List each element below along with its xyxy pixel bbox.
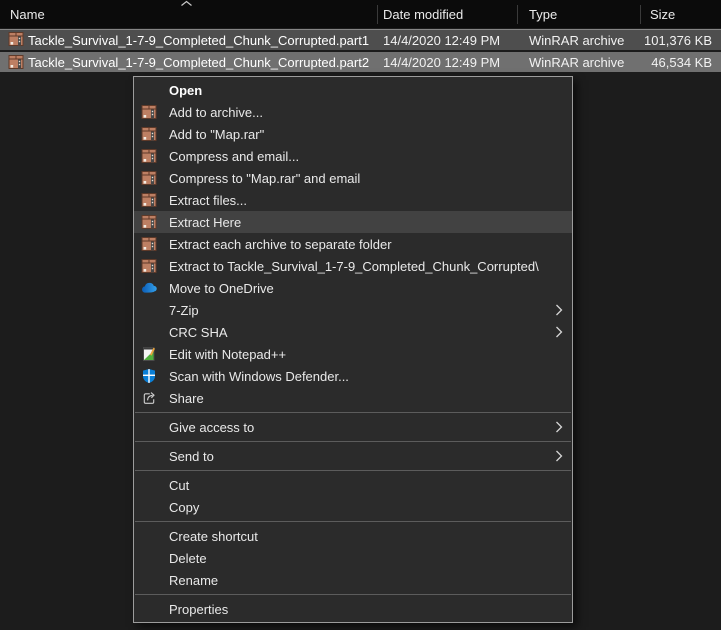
menu-item-label: CRC SHA bbox=[169, 325, 228, 340]
winrar-archive-icon bbox=[141, 192, 157, 208]
icon-spacer bbox=[141, 324, 157, 340]
menu-item-label: Copy bbox=[169, 500, 199, 515]
menu-item-edit-with-notepadpp[interactable]: Edit with Notepad++ bbox=[134, 343, 572, 365]
menu-item-extract-to-folder[interactable]: Extract to Tackle_Survival_1-7-9_Complet… bbox=[134, 255, 572, 277]
menu-item-label: 7-Zip bbox=[169, 303, 199, 318]
onedrive-icon bbox=[141, 280, 157, 296]
icon-spacer bbox=[141, 477, 157, 493]
menu-item-crc-sha[interactable]: CRC SHA bbox=[134, 321, 572, 343]
winrar-archive-icon bbox=[141, 214, 157, 230]
menu-separator bbox=[135, 412, 571, 413]
winrar-archive-icon bbox=[141, 148, 157, 164]
menu-item-label: Extract each archive to separate folder bbox=[169, 237, 392, 252]
menu-separator bbox=[135, 521, 571, 522]
sort-ascending-caret-icon bbox=[180, 0, 193, 7]
menu-item-label: Scan with Windows Defender... bbox=[169, 369, 349, 384]
menu-item-extract-each-archive[interactable]: Extract each archive to separate folder bbox=[134, 233, 572, 255]
icon-spacer bbox=[141, 572, 157, 588]
file-row[interactable]: Tackle_Survival_1-7-9_Completed_Chunk_Co… bbox=[0, 52, 721, 72]
menu-item-scan-with-defender[interactable]: Scan with Windows Defender... bbox=[134, 365, 572, 387]
menu-item-label: Compress to "Map.rar" and email bbox=[169, 171, 360, 186]
submenu-chevron-icon bbox=[555, 421, 563, 433]
menu-item-label: Move to OneDrive bbox=[169, 281, 274, 296]
menu-separator bbox=[135, 594, 571, 595]
submenu-chevron-icon bbox=[555, 326, 563, 338]
icon-spacer bbox=[141, 419, 157, 435]
menu-item-label: Cut bbox=[169, 478, 189, 493]
icon-spacer bbox=[141, 82, 157, 98]
menu-separator bbox=[135, 441, 571, 442]
windows-defender-icon bbox=[141, 368, 157, 384]
menu-item-label: Share bbox=[169, 391, 204, 406]
menu-item-rename[interactable]: Rename bbox=[134, 569, 572, 591]
menu-item-label: Delete bbox=[169, 551, 207, 566]
menu-item-give-access-to[interactable]: Give access to bbox=[134, 416, 572, 438]
notepad-plus-plus-icon bbox=[141, 346, 157, 362]
submenu-chevron-icon bbox=[555, 450, 563, 462]
winrar-archive-icon bbox=[141, 126, 157, 142]
menu-item-label: Extract Here bbox=[169, 215, 241, 230]
menu-item-compress-and-email[interactable]: Compress and email... bbox=[134, 145, 572, 167]
menu-item-label: Extract to Tackle_Survival_1-7-9_Complet… bbox=[169, 259, 539, 274]
icon-spacer bbox=[141, 448, 157, 464]
menu-item-open[interactable]: Open bbox=[134, 79, 572, 101]
menu-item-label: Add to archive... bbox=[169, 105, 263, 120]
file-date-modified: 14/4/2020 12:49 PM bbox=[383, 30, 500, 50]
column-header-bar: Name Date modified Type Size bbox=[0, 0, 721, 28]
column-divider[interactable] bbox=[377, 5, 378, 24]
column-header-name[interactable]: Name bbox=[10, 0, 45, 28]
menu-item-7zip[interactable]: 7-Zip bbox=[134, 299, 572, 321]
menu-item-create-shortcut[interactable]: Create shortcut bbox=[134, 525, 572, 547]
menu-item-add-to-map-rar[interactable]: Add to "Map.rar" bbox=[134, 123, 572, 145]
menu-item-label: Send to bbox=[169, 449, 214, 464]
file-size: 46,534 KB bbox=[590, 52, 712, 72]
icon-spacer bbox=[141, 528, 157, 544]
icon-spacer bbox=[141, 601, 157, 617]
menu-item-label: Open bbox=[169, 83, 202, 98]
menu-item-label: Compress and email... bbox=[169, 149, 299, 164]
column-divider[interactable] bbox=[517, 5, 518, 24]
file-size: 101,376 KB bbox=[590, 30, 712, 50]
menu-item-label: Rename bbox=[169, 573, 218, 588]
menu-item-extract-here[interactable]: Extract Here bbox=[134, 211, 572, 233]
menu-item-label: Add to "Map.rar" bbox=[169, 127, 264, 142]
menu-item-share[interactable]: Share bbox=[134, 387, 572, 409]
menu-item-delete[interactable]: Delete bbox=[134, 547, 572, 569]
file-name: Tackle_Survival_1-7-9_Completed_Chunk_Co… bbox=[28, 30, 369, 50]
file-name: Tackle_Survival_1-7-9_Completed_Chunk_Co… bbox=[28, 52, 369, 72]
winrar-archive-icon bbox=[8, 54, 24, 70]
icon-spacer bbox=[141, 499, 157, 515]
menu-item-cut[interactable]: Cut bbox=[134, 474, 572, 496]
menu-item-label: Extract files... bbox=[169, 193, 247, 208]
winrar-archive-icon bbox=[141, 170, 157, 186]
menu-item-extract-files[interactable]: Extract files... bbox=[134, 189, 572, 211]
menu-item-label: Properties bbox=[169, 602, 228, 617]
menu-item-add-to-archive[interactable]: Add to archive... bbox=[134, 101, 572, 123]
winrar-archive-icon bbox=[141, 258, 157, 274]
winrar-archive-icon bbox=[141, 104, 157, 120]
column-divider[interactable] bbox=[640, 5, 641, 24]
share-icon bbox=[141, 390, 157, 406]
column-header-size[interactable]: Size bbox=[650, 0, 675, 28]
column-header-date-modified[interactable]: Date modified bbox=[383, 0, 463, 28]
icon-spacer bbox=[141, 550, 157, 566]
menu-item-send-to[interactable]: Send to bbox=[134, 445, 572, 467]
context-menu: Open Add to archive... Add to "Map.rar" … bbox=[133, 76, 573, 623]
winrar-archive-icon bbox=[8, 31, 24, 47]
menu-item-copy[interactable]: Copy bbox=[134, 496, 572, 518]
column-header-type[interactable]: Type bbox=[529, 0, 557, 28]
menu-item-label: Create shortcut bbox=[169, 529, 258, 544]
menu-item-compress-to-map-rar-and-email[interactable]: Compress to "Map.rar" and email bbox=[134, 167, 572, 189]
file-explorer-window: Name Date modified Type Size Tackle_Surv… bbox=[0, 0, 721, 630]
icon-spacer bbox=[141, 302, 157, 318]
file-row[interactable]: Tackle_Survival_1-7-9_Completed_Chunk_Co… bbox=[0, 29, 721, 50]
menu-item-move-to-onedrive[interactable]: Move to OneDrive bbox=[134, 277, 572, 299]
menu-separator bbox=[135, 470, 571, 471]
winrar-archive-icon bbox=[141, 236, 157, 252]
menu-item-label: Give access to bbox=[169, 420, 254, 435]
submenu-chevron-icon bbox=[555, 304, 563, 316]
menu-item-properties[interactable]: Properties bbox=[134, 598, 572, 620]
menu-item-label: Edit with Notepad++ bbox=[169, 347, 286, 362]
file-date-modified: 14/4/2020 12:49 PM bbox=[383, 52, 500, 72]
